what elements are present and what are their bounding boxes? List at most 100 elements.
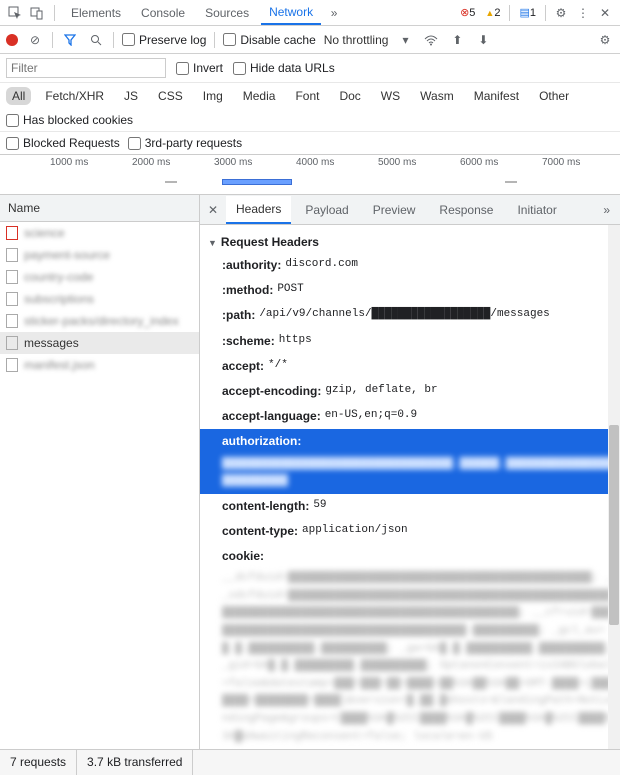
type-filter-wasm[interactable]: Wasm xyxy=(414,87,460,105)
request-name: subscriptions xyxy=(24,292,94,306)
inspect-icon[interactable] xyxy=(6,4,24,22)
close-icon[interactable]: ✕ xyxy=(596,4,614,22)
type-filter-all[interactable]: All xyxy=(6,87,31,105)
name-column-header[interactable]: Name xyxy=(0,195,199,222)
header-key: accept-language: xyxy=(222,407,321,426)
waterfall-timeline[interactable]: 1000 ms2000 ms3000 ms4000 ms5000 ms6000 … xyxy=(0,155,620,195)
type-filter-other[interactable]: Other xyxy=(533,87,575,105)
timeline-marker xyxy=(505,181,517,183)
header-row[interactable]: :method:POST xyxy=(208,278,616,303)
gear-icon[interactable]: ⚙ xyxy=(552,4,570,22)
type-filter-bar-2: Blocked Requests 3rd-party requests xyxy=(0,132,620,155)
type-filter-font[interactable]: Font xyxy=(289,87,325,105)
request-name: science xyxy=(24,226,65,240)
status-bar: 7 requests 3.7 kB transferred xyxy=(0,749,620,775)
throttling-select[interactable]: No throttling xyxy=(324,33,389,47)
tab-preview[interactable]: Preview xyxy=(363,197,426,223)
detail-tabs: ✕ Headers Payload Preview Response Initi… xyxy=(200,195,620,225)
request-row[interactable]: country-code xyxy=(0,266,199,288)
header-value: application/json xyxy=(302,522,408,541)
scroll-thumb[interactable] xyxy=(609,425,619,625)
tab-console[interactable]: Console xyxy=(133,2,193,24)
request-row[interactable]: payment-source xyxy=(0,244,199,266)
error-badge[interactable]: 5 xyxy=(457,6,478,19)
clear-icon[interactable]: ⊘ xyxy=(26,31,44,49)
device-toggle-icon[interactable] xyxy=(28,4,46,22)
timeline-tick: 7000 ms xyxy=(542,157,580,168)
request-row[interactable]: science xyxy=(0,222,199,244)
request-name: messages xyxy=(24,336,79,350)
header-row[interactable]: accept:*/* xyxy=(208,354,616,379)
tab-payload[interactable]: Payload xyxy=(295,197,358,223)
detail-pane: ✕ Headers Payload Preview Response Initi… xyxy=(200,195,620,749)
header-row[interactable]: content-type:application/json xyxy=(208,519,616,544)
disable-cache-checkbox[interactable]: Disable cache xyxy=(223,33,315,47)
type-filter-js[interactable]: JS xyxy=(118,87,144,105)
timeline-tick: 2000 ms xyxy=(132,157,170,168)
type-filter-doc[interactable]: Doc xyxy=(333,87,366,105)
chevron-down-icon[interactable]: ▾ xyxy=(396,31,414,49)
header-value: POST xyxy=(277,281,303,300)
tab-elements[interactable]: Elements xyxy=(63,2,129,24)
kebab-icon[interactable]: ⋮ xyxy=(574,4,592,22)
close-icon[interactable]: ✕ xyxy=(204,203,222,217)
divider xyxy=(509,5,510,21)
message-badge[interactable]: 1 xyxy=(516,6,539,19)
header-row[interactable]: :authority:discord.com xyxy=(208,253,616,278)
gear-icon[interactable]: ⚙ xyxy=(596,31,614,49)
header-key: accept: xyxy=(222,357,264,376)
search-icon[interactable] xyxy=(87,31,105,49)
more-tabs-icon[interactable]: » xyxy=(597,203,616,217)
header-row[interactable]: content-length:59 xyxy=(208,494,616,519)
header-key: accept-encoding: xyxy=(222,382,321,401)
hide-data-urls-checkbox[interactable]: Hide data URLs xyxy=(233,61,335,75)
record-button[interactable] xyxy=(6,34,18,46)
header-row[interactable]: authorization:██████████████████████████… xyxy=(200,429,620,493)
upload-icon[interactable]: ⬆ xyxy=(448,31,466,49)
more-tabs-icon[interactable]: » xyxy=(325,4,343,22)
header-row[interactable]: accept-encoding:gzip, deflate, br xyxy=(208,379,616,404)
request-headers-section[interactable]: Request Headers xyxy=(208,231,616,253)
type-filter-bar: All Fetch/XHR JS CSS Img Media Font Doc WS Wasm Ma… xyxy=(0,83,620,132)
has-blocked-cookies-checkbox[interactable]: Has blocked cookies xyxy=(6,113,133,127)
preserve-log-checkbox[interactable]: Preserve log xyxy=(122,33,206,47)
type-filter-fetchxhr[interactable]: Fetch/XHR xyxy=(39,87,110,105)
request-row[interactable]: subscriptions xyxy=(0,288,199,310)
tab-initiator[interactable]: Initiator xyxy=(507,197,566,223)
tab-sources[interactable]: Sources xyxy=(197,2,257,24)
file-icon xyxy=(6,248,18,262)
header-row[interactable]: cookie:__dcfduid=███████████████████████… xyxy=(208,544,616,749)
request-row[interactable]: sticker-packs/directory_index xyxy=(0,310,199,332)
filter-icon[interactable] xyxy=(61,31,79,49)
third-party-checkbox[interactable]: 3rd-party requests xyxy=(128,136,242,150)
type-filter-img[interactable]: Img xyxy=(197,87,229,105)
header-value: /api/v9/channels/██████████████████/mess… xyxy=(259,306,549,325)
invert-checkbox[interactable]: Invert xyxy=(176,61,223,75)
tab-headers[interactable]: Headers xyxy=(226,196,291,224)
type-filter-ws[interactable]: WS xyxy=(375,87,406,105)
wifi-icon[interactable] xyxy=(422,31,440,49)
tab-response[interactable]: Response xyxy=(429,197,503,223)
type-filter-media[interactable]: Media xyxy=(237,87,282,105)
header-row[interactable]: accept-language:en-US,en;q=0.9 xyxy=(208,404,616,429)
request-row[interactable]: messages xyxy=(0,332,199,354)
divider xyxy=(52,32,53,48)
type-filter-manifest[interactable]: Manifest xyxy=(468,87,525,105)
filter-input[interactable] xyxy=(6,58,166,78)
transfer-size: 3.7 kB transferred xyxy=(77,750,193,775)
file-icon xyxy=(6,292,18,306)
type-filter-css[interactable]: CSS xyxy=(152,87,189,105)
blocked-requests-checkbox[interactable]: Blocked Requests xyxy=(6,136,120,150)
network-toolbar: ⊘ Preserve log Disable cache No throttli… xyxy=(0,26,620,54)
scrollbar[interactable] xyxy=(608,225,620,749)
request-row[interactable]: manifest.json xyxy=(0,354,199,376)
header-row[interactable]: :scheme:https xyxy=(208,329,616,354)
header-row[interactable]: :path:/api/v9/channels/█████████████████… xyxy=(208,303,616,328)
header-value: en-US,en;q=0.9 xyxy=(325,407,417,426)
download-icon[interactable]: ⬇ xyxy=(474,31,492,49)
tab-network[interactable]: Network xyxy=(261,1,321,25)
header-key: cookie: xyxy=(222,547,264,566)
warning-badge[interactable]: 2 xyxy=(482,7,503,19)
header-key: :method: xyxy=(222,281,273,300)
header-key: content-type: xyxy=(222,522,298,541)
